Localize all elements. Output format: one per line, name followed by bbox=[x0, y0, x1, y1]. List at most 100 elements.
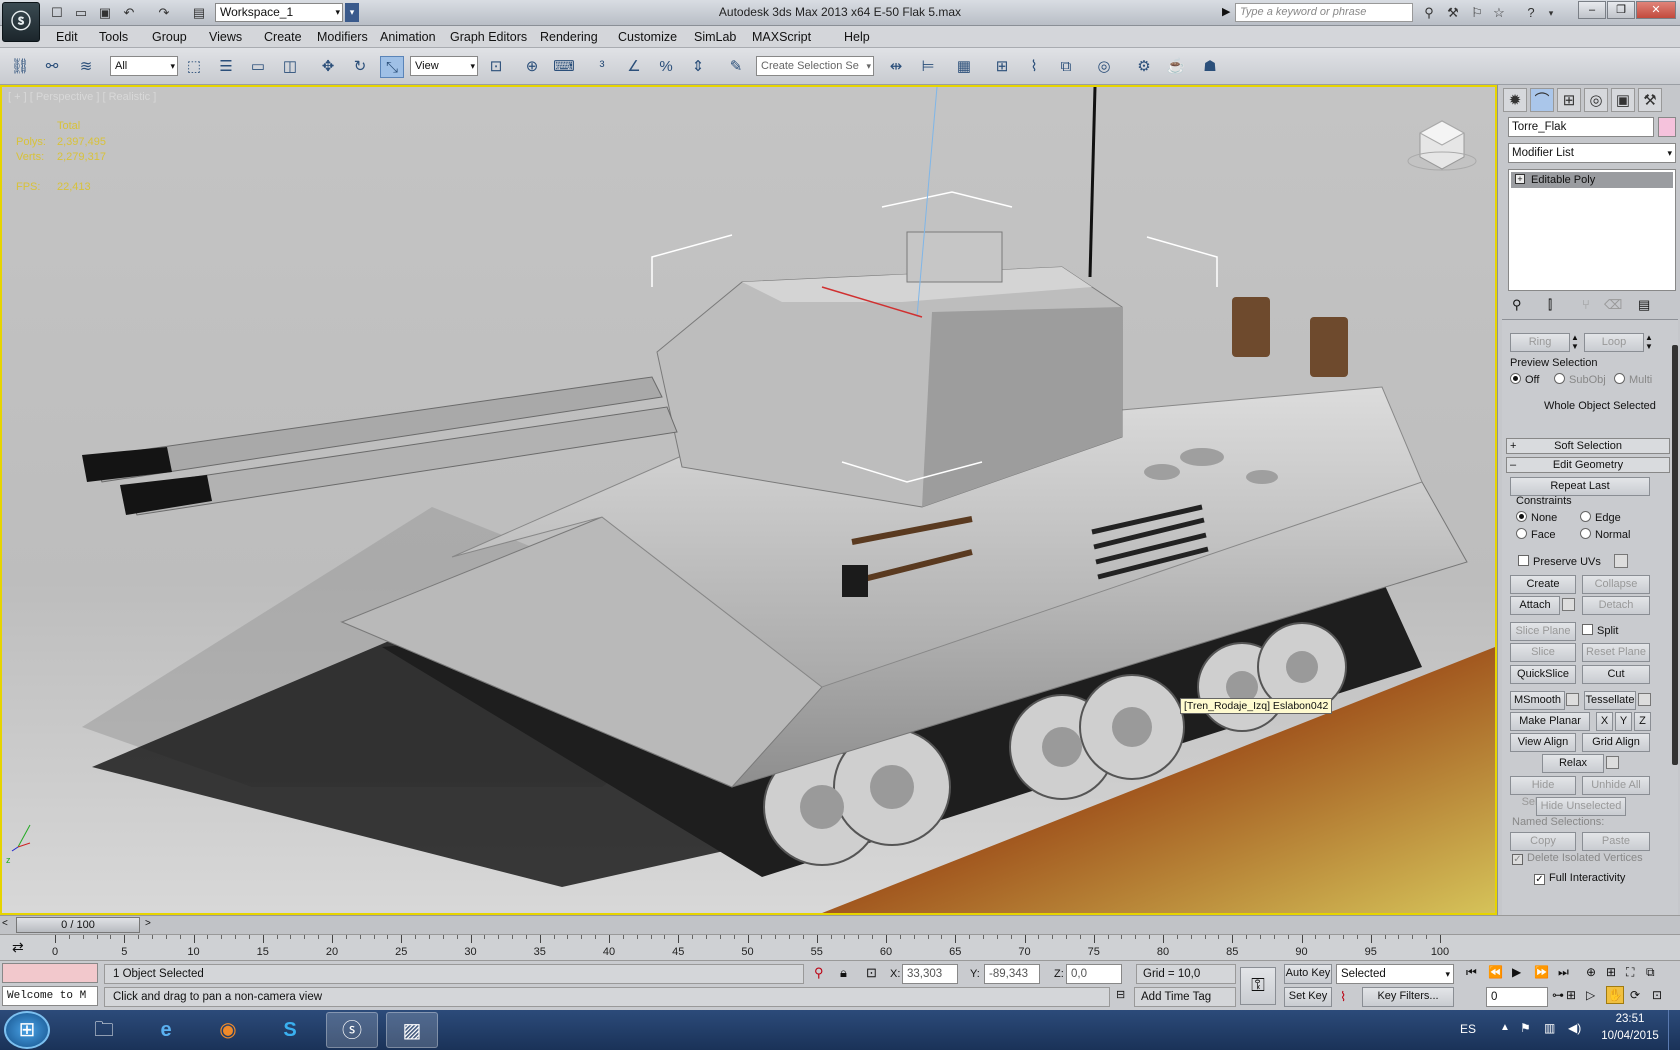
auto-key-button[interactable]: Auto Key bbox=[1284, 964, 1332, 984]
next-frame-icon[interactable]: > bbox=[145, 918, 151, 929]
tessellate-button[interactable]: Tessellate bbox=[1584, 691, 1636, 710]
relax-settings-icon[interactable] bbox=[1606, 756, 1619, 769]
constraint-normal-radio[interactable]: Normal bbox=[1580, 528, 1630, 541]
preview-multi-radio[interactable]: Multi bbox=[1614, 373, 1652, 386]
menu-group[interactable]: Group bbox=[152, 30, 187, 44]
maximize-button[interactable]: ❐ bbox=[1607, 1, 1635, 19]
scale-icon[interactable]: ⤡ bbox=[380, 56, 404, 78]
start-button[interactable]: ⊞ bbox=[4, 1011, 50, 1049]
goto-start-icon[interactable]: ⏮ bbox=[1466, 965, 1477, 980]
previous-key-icon[interactable]: ⏪ bbox=[1488, 965, 1503, 979]
copy-button[interactable]: Copy bbox=[1510, 832, 1576, 851]
loop-spinner-icon[interactable]: ▲ ▼ bbox=[1645, 333, 1653, 351]
keyboard-shortcut-icon[interactable]: ⌨ bbox=[552, 56, 576, 78]
selection-lock-icon[interactable]: 🔒︎ bbox=[840, 965, 847, 981]
image-viewer-taskbar-icon[interactable]: ▨ bbox=[386, 1012, 438, 1048]
explorer-taskbar-icon[interactable]: 🗀 bbox=[78, 1012, 130, 1048]
time-config-icon[interactable]: ⊞ bbox=[1566, 988, 1576, 1002]
expand-plus-icon[interactable]: + bbox=[1515, 174, 1525, 184]
expand-arrow-icon[interactable]: ▶ bbox=[1222, 5, 1230, 18]
repeat-last-button[interactable]: Repeat Last bbox=[1510, 477, 1650, 496]
close-button[interactable]: ✕ bbox=[1636, 1, 1676, 19]
help-dropdown-icon[interactable]: ▾ bbox=[1542, 4, 1560, 22]
favorites-star-icon[interactable]: ☆ bbox=[1490, 4, 1508, 22]
rendered-frame-window-icon[interactable]: ☕ bbox=[1164, 56, 1188, 78]
collapse-button[interactable]: Collapse bbox=[1582, 575, 1650, 594]
percent-snap-icon[interactable]: % bbox=[654, 56, 678, 78]
isolate-icon[interactable]: ⚲ bbox=[814, 965, 824, 981]
project-folder-icon[interactable]: ▤ bbox=[190, 4, 208, 22]
menu-customize[interactable]: Customize bbox=[618, 30, 677, 44]
internet-explorer-taskbar-icon[interactable]: e bbox=[140, 1012, 192, 1048]
workspace-dropdown[interactable]: Workspace_1 ▾ bbox=[215, 3, 343, 22]
new-file-icon[interactable]: ☐ bbox=[48, 4, 66, 22]
spinner-snap-icon[interactable]: ⇕ bbox=[686, 56, 710, 78]
remove-modifier-icon[interactable]: ⌫ bbox=[1604, 297, 1622, 313]
menu-rendering[interactable]: Rendering bbox=[540, 30, 598, 44]
attach-button[interactable]: Attach bbox=[1510, 596, 1560, 615]
add-time-tag-button[interactable]: Add Time Tag bbox=[1134, 987, 1236, 1007]
maximize-viewport-icon[interactable]: ⊡ bbox=[1652, 988, 1662, 1002]
menu-create[interactable]: Create bbox=[264, 30, 302, 44]
pin-stack-icon[interactable]: ⚲ bbox=[1512, 297, 1522, 313]
workspace-menu-icon[interactable]: ▾ bbox=[345, 3, 359, 22]
redo-icon[interactable]: ↷ bbox=[155, 4, 173, 22]
show-desktop-button[interactable] bbox=[1668, 1010, 1680, 1050]
window-crossing-icon[interactable]: ◫ bbox=[278, 56, 302, 78]
help-icon[interactable]: ? bbox=[1522, 4, 1540, 22]
mirror-icon[interactable]: ⇹ bbox=[884, 56, 908, 78]
play-icon[interactable]: ▶ bbox=[1512, 965, 1521, 979]
goto-end-icon[interactable]: ⏭ bbox=[1558, 965, 1569, 980]
edit-geometry-rollout[interactable]: – Edit Geometry bbox=[1506, 457, 1670, 473]
split-checkbox[interactable]: Split bbox=[1582, 624, 1618, 637]
slice-button[interactable]: Slice bbox=[1510, 643, 1576, 662]
next-key-icon[interactable]: ⏩ bbox=[1534, 965, 1549, 979]
clock-date[interactable]: 10/04/2015 bbox=[1596, 1030, 1664, 1042]
hide-unselected-button[interactable]: Hide Unselected bbox=[1536, 797, 1626, 816]
zoom-extents-icon[interactable]: ⛶ bbox=[1626, 965, 1634, 980]
undo-icon[interactable]: ↶ bbox=[120, 4, 138, 22]
select-object-icon[interactable]: ⬚ bbox=[182, 56, 206, 78]
preserve-uvs-checkbox[interactable]: Preserve UVs bbox=[1518, 555, 1601, 568]
save-icon[interactable]: ▣ bbox=[96, 4, 114, 22]
modify-tab-icon[interactable]: ⌒ bbox=[1530, 88, 1554, 112]
default-tangents-icon[interactable]: ⌇ bbox=[1340, 989, 1346, 1005]
menu-help[interactable]: Help bbox=[844, 30, 870, 44]
preview-subobj-radio[interactable]: SubObj bbox=[1554, 373, 1606, 386]
planar-z-button[interactable]: Z bbox=[1634, 712, 1651, 731]
bind-spacewarp-icon[interactable]: ≋ bbox=[74, 56, 98, 78]
planar-y-button[interactable]: Y bbox=[1615, 712, 1632, 731]
render-setup-icon[interactable]: ⚙ bbox=[1132, 56, 1156, 78]
move-icon[interactable]: ✥ bbox=[316, 56, 340, 78]
loop-button[interactable]: Loop bbox=[1584, 333, 1644, 352]
menu-maxscript[interactable]: MAXScript bbox=[752, 30, 811, 44]
constraint-none-radio[interactable]: None bbox=[1516, 511, 1557, 524]
perspective-viewport[interactable]: [ + ] [ Perspective ] [ Realistic ] Tota… bbox=[0, 85, 1497, 915]
utilities-tab-icon[interactable]: ⚒ bbox=[1638, 88, 1662, 112]
hide-selected-button[interactable]: Hide Selected bbox=[1510, 776, 1576, 808]
named-selection-dropdown[interactable]: Create Selection Se ▾ bbox=[756, 56, 874, 76]
menu-graph-editors[interactable]: Graph Editors bbox=[450, 30, 527, 44]
delete-isolated-checkbox[interactable]: ✓ Delete Isolated Vertices bbox=[1512, 852, 1643, 865]
x-coordinate-field[interactable]: 33,303 bbox=[902, 964, 958, 984]
make-planar-button[interactable]: Make Planar bbox=[1510, 712, 1590, 731]
time-tag-icon[interactable]: ⊟ bbox=[1116, 988, 1125, 1001]
reference-coordinate-dropdown[interactable]: View ▾ bbox=[410, 56, 478, 76]
pivot-center-icon[interactable]: ⊡ bbox=[484, 56, 508, 78]
menu-simlab[interactable]: SimLab bbox=[694, 30, 736, 44]
menu-modifiers[interactable]: Modifiers bbox=[317, 30, 368, 44]
unhide-all-button[interactable]: Unhide All bbox=[1582, 776, 1650, 795]
create-button[interactable]: Create bbox=[1510, 575, 1576, 594]
minimize-button[interactable]: – bbox=[1578, 1, 1606, 19]
angle-snap-icon[interactable]: ∠ bbox=[622, 56, 646, 78]
skype-taskbar-icon[interactable]: S bbox=[264, 1012, 316, 1048]
material-editor-icon[interactable]: ◎ bbox=[1092, 56, 1116, 78]
panel-scrollbar[interactable] bbox=[1672, 345, 1678, 765]
rotate-icon[interactable]: ↻ bbox=[348, 56, 372, 78]
rollout-area[interactable]: Ring ▲ ▼ Loop ▲ ▼ Preview Selection Off Su… bbox=[1502, 319, 1678, 915]
reset-plane-button[interactable]: Reset Plane bbox=[1582, 643, 1650, 662]
settings-box-icon[interactable] bbox=[1614, 554, 1628, 568]
configure-sets-icon[interactable]: ▤ bbox=[1638, 297, 1650, 313]
object-color-swatch[interactable] bbox=[1658, 117, 1676, 137]
y-coordinate-field[interactable]: -89,343 bbox=[984, 964, 1040, 984]
